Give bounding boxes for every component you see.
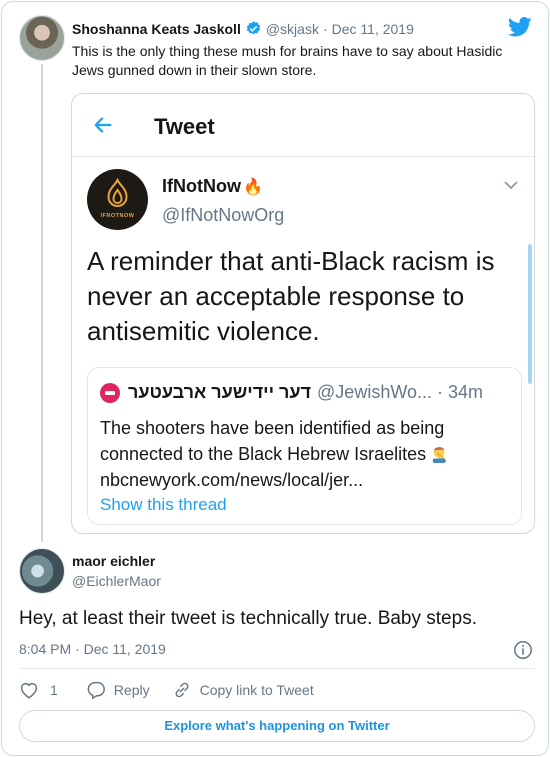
explore-twitter-button[interactable]: Explore what's happening on Twitter [19, 710, 535, 742]
quoted-tweet-header: דער יידישער ארבעטער @JewishWo... · 34m [100, 382, 483, 403]
quoted-tweet: דער יידישער ארבעטער @JewishWo... · 34m T… [87, 367, 522, 525]
copy-link-label: Copy link to Tweet [199, 682, 314, 698]
twitter-bird-icon[interactable] [508, 17, 532, 37]
info-icon[interactable] [513, 640, 533, 660]
person-facepalming-emoji-icon [432, 446, 447, 463]
copy-link-button[interactable]: Copy link to Tweet [172, 681, 314, 699]
like-button[interactable]: 1 [19, 681, 58, 699]
author-name[interactable]: Shoshanna Keats Jaskoll [72, 21, 241, 37]
fire-emoji: 🔥 [242, 178, 263, 196]
tweet-author-line: Shoshanna Keats Jaskoll @skjask · Dec 11… [72, 20, 414, 37]
reply-button[interactable]: Reply [86, 681, 150, 699]
reply-author-avatar[interactable] [19, 548, 65, 594]
tweet-date[interactable]: Dec 11, 2019 [332, 21, 414, 37]
tweet-text: This is the only thing these mush for br… [72, 43, 503, 78]
tweet-actions: 1 Reply Copy link to Tweet [19, 680, 336, 700]
like-count: 1 [50, 682, 58, 698]
heart-icon [20, 683, 38, 699]
reply-timestamp[interactable]: 8:04 PM · Dec 11, 2019 [19, 641, 166, 657]
ifnotnow-logo-text: IFNOTNOW [100, 213, 135, 219]
divider [19, 668, 535, 669]
reply-author-handle[interactable]: @EichlerMaor [72, 573, 161, 589]
embedded-tweet-card: Shoshanna Keats Jaskoll @skjask · Dec 11… [1, 1, 549, 756]
author-avatar[interactable] [19, 15, 65, 61]
chevron-down-icon [504, 181, 518, 190]
screenshot-header: Tweet [72, 94, 534, 157]
reply-label: Reply [113, 682, 150, 698]
quoted-account-avatar [100, 382, 120, 403]
quoted-tweet-body: The shooters have been identified as bei… [100, 415, 510, 493]
verified-badge-icon [245, 20, 262, 37]
link-icon [175, 682, 189, 698]
tweet-screenshot-image[interactable]: Tweet IFNOTNOW IfNotNow 🔥 @IfNotNowOrg A… [71, 93, 535, 534]
thread-line [41, 64, 43, 542]
reply-author-name[interactable]: maor eichler [72, 553, 155, 569]
embedded-account-handle: @IfNotNowOrg [162, 205, 285, 225]
back-arrow-icon [94, 117, 112, 133]
show-this-thread-link: Show this thread [100, 495, 227, 514]
embedded-account-name: IfNotNow 🔥 [162, 176, 263, 197]
meta-separator: · [322, 20, 328, 37]
reply-icon [87, 681, 105, 699]
embedded-tweet-text: A reminder that anti-Black racism is nev… [87, 246, 495, 346]
embedded-account-name-text: IfNotNow [162, 176, 241, 196]
author-handle[interactable]: @skjask [266, 21, 319, 37]
quoted-tweet-text: The shooters have been identified as bei… [100, 418, 445, 464]
scrollbar [528, 244, 532, 384]
quoted-tweet-link: nbcnewyork.com/news/local/jer... [100, 470, 364, 490]
ifnotnow-logo: IFNOTNOW [87, 169, 148, 230]
quoted-account-name: דער יידישער ארבעטער [128, 382, 312, 402]
screenshot-header-title: Tweet [154, 114, 215, 139]
quoted-account-handle-time: @JewishWo... · 34m [317, 382, 484, 402]
reply-text: Hey, at least their tweet is technically… [19, 608, 477, 629]
